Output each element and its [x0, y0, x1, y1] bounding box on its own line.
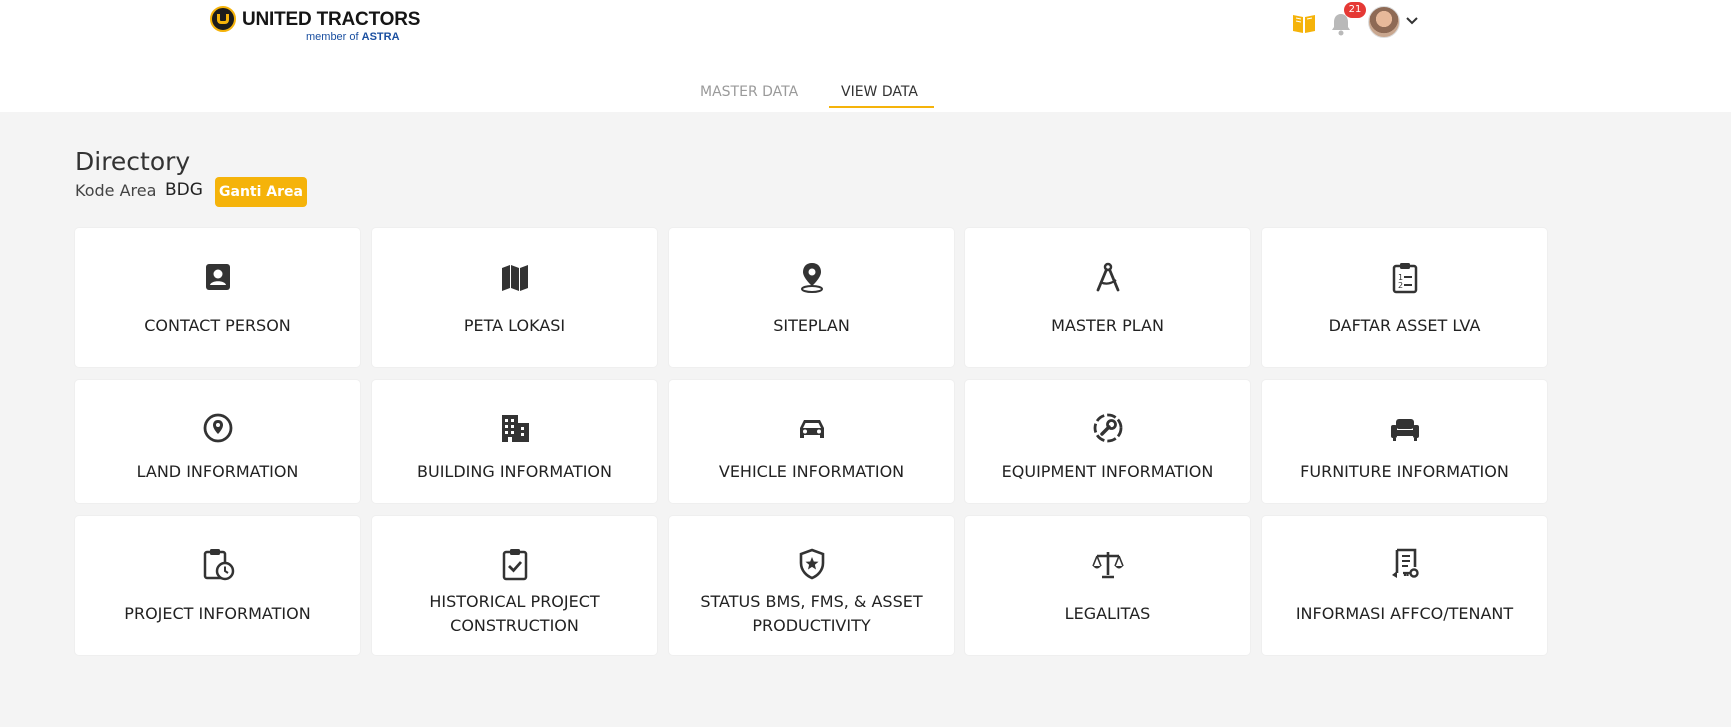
card-master-plan[interactable]: MASTER PLAN — [965, 228, 1250, 367]
notification-badge: 21 — [1344, 2, 1366, 18]
active-tab-indicator — [829, 106, 934, 108]
card-label: CONTACT PERSON — [144, 316, 291, 335]
location-circle-icon — [203, 413, 232, 443]
card-label: LEGALITAS — [1064, 604, 1151, 623]
card-label: DAFTAR ASSET LVA — [1328, 316, 1481, 335]
card-label: STATUS BMS, FMS, & ASSET PRODUCTIVITY — [700, 592, 923, 635]
card-legalitas[interactable]: LEGALITAS — [965, 516, 1250, 655]
svg-text:2: 2 — [1398, 281, 1403, 290]
shield-star-icon — [799, 548, 824, 580]
clipboard-list-icon: 1 2 — [1392, 263, 1417, 294]
tab-view-data[interactable]: VIEW DATA — [841, 84, 918, 100]
clipboard-clock-icon — [203, 549, 234, 581]
contact-card-icon — [205, 264, 230, 290]
card-equipment-information[interactable]: EQUIPMENT INFORMATION — [965, 380, 1250, 503]
card-label: VEHICLE INFORMATION — [718, 462, 905, 481]
book-icon[interactable] — [1292, 12, 1316, 34]
card-building-information[interactable]: BUILDING INFORMATION — [372, 380, 657, 503]
card-historical-project-construction[interactable]: HISTORICAL PROJECT CONSTRUCTION — [372, 516, 657, 655]
compass-drafting-icon — [1096, 262, 1119, 292]
card-status-bms-fms[interactable]: STATUS BMS, FMS, & ASSET PRODUCTIVITY — [669, 516, 954, 655]
card-informasi-affco-tenant[interactable]: INFORMASI AFFCO/TENANT — [1262, 516, 1547, 655]
top-bar: UNITED TRACTORS member of ASTRA 21 MASTE… — [0, 0, 1731, 112]
card-label: HISTORICAL PROJECT CONSTRUCTION — [429, 592, 600, 635]
document-key-icon — [1391, 548, 1419, 578]
wrench-gear-icon — [1093, 413, 1122, 443]
logo-mark-icon — [210, 6, 236, 32]
chevron-down-icon[interactable] — [1406, 16, 1418, 26]
card-furniture-information[interactable]: FURNITURE INFORMATION — [1262, 380, 1547, 503]
card-vehicle-information[interactable]: VEHICLE INFORMATION — [669, 380, 954, 503]
card-siteplan[interactable]: SITEPLAN — [669, 228, 954, 367]
map-pin-icon — [800, 263, 823, 293]
card-label: PETA LOKASI — [463, 316, 566, 335]
clipboard-check-icon — [502, 549, 527, 581]
building-icon — [501, 415, 529, 442]
card-label: LAND INFORMATION — [136, 462, 299, 481]
tab-bar: MASTER DATA VIEW DATA — [0, 78, 1731, 108]
card-label: SITEPLAN — [773, 316, 850, 335]
logo-tagline: member of ASTRA — [306, 31, 400, 43]
page-title: Directory — [75, 146, 191, 176]
tab-master-data[interactable]: MASTER DATA — [700, 84, 798, 100]
area-code-value: BDG — [165, 180, 203, 200]
card-label: PROJECT INFORMATION — [124, 604, 311, 623]
card-label: INFORMASI AFFCO/TENANT — [1295, 604, 1514, 623]
couch-icon — [1390, 419, 1419, 441]
card-contact-person[interactable]: CONTACT PERSON — [75, 228, 360, 367]
logo-brand-text: UNITED TRACTORS — [242, 9, 421, 30]
card-daftar-asset-lva[interactable]: 1 2 DAFTAR ASSET LVA — [1262, 228, 1547, 367]
change-area-button[interactable]: Ganti Area — [215, 177, 307, 207]
card-label: EQUIPMENT INFORMATION — [1001, 462, 1214, 481]
card-project-information[interactable]: PROJECT INFORMATION — [75, 516, 360, 655]
card-land-information[interactable]: LAND INFORMATION — [75, 380, 360, 503]
user-avatar[interactable] — [1368, 6, 1400, 38]
card-label: BUILDING INFORMATION — [417, 462, 612, 481]
card-label: MASTER PLAN — [1051, 316, 1164, 335]
scale-icon — [1091, 552, 1124, 579]
card-label: FURNITURE INFORMATION — [1300, 462, 1509, 481]
card-peta-lokasi[interactable]: PETA LOKASI — [372, 228, 657, 367]
area-code-label: Kode Area — [75, 181, 157, 200]
map-icon — [501, 265, 528, 291]
car-icon — [799, 420, 824, 438]
